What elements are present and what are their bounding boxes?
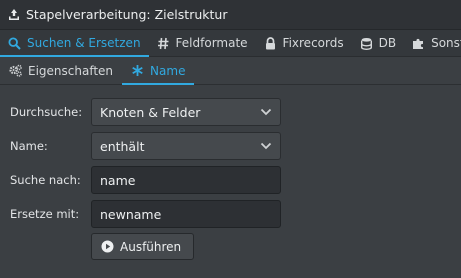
replace-with-row: Ersetze mit: [0, 199, 461, 229]
search-for-field[interactable] [91, 166, 281, 194]
replace-with-field[interactable] [91, 200, 281, 228]
search-replace-form: Durchsuche: Knoten & Felder Name: enthäl… [0, 85, 461, 260]
search-in-label: Durchsuche: [10, 105, 83, 119]
search-in-select[interactable]: Knoten & Felder [91, 98, 281, 126]
search-for-label: Suche nach: [10, 173, 81, 187]
search-icon [8, 36, 21, 50]
tab-label: Fixrecords [282, 36, 344, 50]
tab-label: DB [378, 36, 397, 50]
name-mode-value: enthält [100, 138, 145, 154]
tab-label: Sonstige [431, 36, 461, 50]
tab-db[interactable]: DB [352, 30, 404, 56]
name-mode-select[interactable]: enthält [91, 132, 281, 160]
tab-field-formats[interactable]: Feldformate [149, 30, 256, 56]
search-in-value: Knoten & Felder [100, 104, 201, 120]
search-for-row: Suche nach: [0, 165, 461, 195]
sub-tab-bar: Eigenschaften Name [0, 57, 461, 85]
run-button[interactable]: Ausführen [91, 233, 194, 260]
database-icon [360, 37, 372, 50]
tab-label: Suchen & Ersetzen [27, 36, 141, 50]
hash-icon [157, 37, 169, 49]
tab-label: Name [150, 63, 186, 78]
tab-name[interactable]: Name [122, 57, 195, 85]
chevron-down-icon [260, 108, 272, 116]
name-mode-label: Name: [10, 139, 48, 153]
tab-label: Feldformate [175, 36, 248, 50]
tab-fixrecords[interactable]: Fixrecords [256, 30, 352, 56]
chevron-down-icon [260, 142, 272, 150]
window-titlebar: Stapelverarbeitung: Zielstruktur [0, 0, 461, 30]
run-button-label: Ausführen [120, 239, 182, 254]
replace-with-label: Ersetze mit: [10, 207, 80, 221]
search-for-input[interactable] [100, 172, 280, 188]
tab-label: Eigenschaften [28, 63, 114, 78]
main-tab-bar: Suchen & Ersetzen Feldformate Fixrecords… [0, 30, 461, 57]
search-in-row: Durchsuche: Knoten & Felder [0, 97, 461, 127]
lock-icon [265, 36, 275, 49]
tab-properties[interactable]: Eigenschaften [0, 57, 122, 84]
tab-misc[interactable]: Sonstige [404, 30, 461, 56]
gears-icon [9, 64, 22, 77]
replace-with-input[interactable] [100, 206, 280, 222]
recycle-icon [9, 9, 19, 20]
tab-search-replace[interactable]: Suchen & Ersetzen [0, 30, 149, 57]
puzzle-icon [413, 38, 424, 49]
play-circle-icon [101, 240, 114, 253]
window-title: Stapelverarbeitung: Zielstruktur [26, 7, 228, 22]
name-mode-row: Name: enthält [0, 131, 461, 161]
asterisk-icon [132, 65, 143, 76]
